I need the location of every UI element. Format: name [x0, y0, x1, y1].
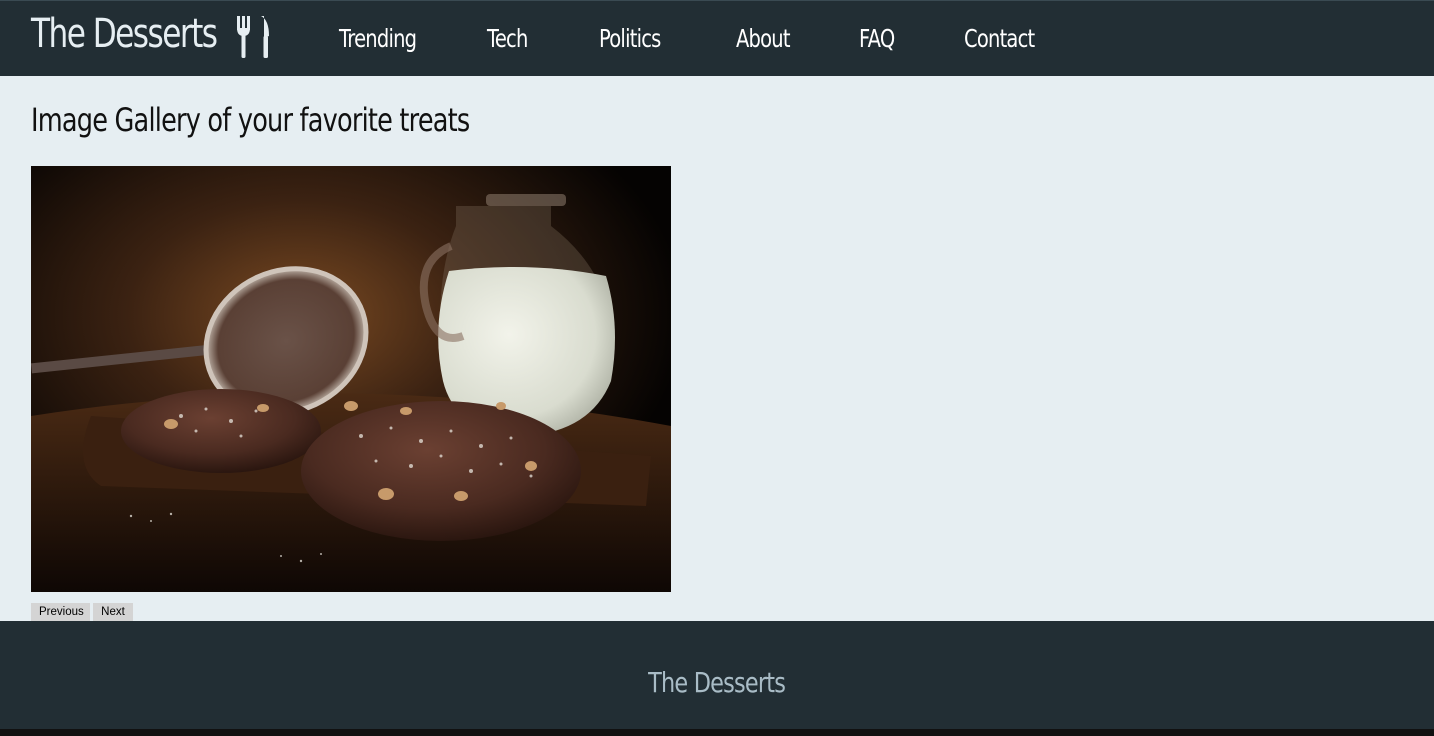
site-footer: The Desserts: [0, 621, 1434, 736]
footer-brand: The Desserts: [0, 666, 1434, 699]
site-header: The Desserts Trending Tech Politics Abou…: [0, 0, 1434, 76]
gallery-image: [31, 166, 671, 592]
brand-logo-link[interactable]: The Desserts: [31, 11, 231, 57]
fork-knife-icon: [237, 16, 269, 58]
nav-contact[interactable]: Contact: [964, 24, 1035, 53]
next-button[interactable]: Next: [93, 603, 133, 621]
previous-button[interactable]: Previous: [31, 603, 90, 621]
nav-tech[interactable]: Tech: [487, 24, 528, 53]
footer-divider: [0, 729, 1434, 736]
page-title: Image Gallery of your favorite treats: [31, 101, 470, 139]
footer-brand-text: The Desserts: [648, 666, 787, 699]
brand-title: The Desserts: [31, 11, 218, 57]
nav-faq[interactable]: FAQ: [859, 24, 895, 53]
nav-about[interactable]: About: [736, 24, 791, 53]
nav-politics[interactable]: Politics: [599, 24, 661, 53]
nav-trending[interactable]: Trending: [339, 24, 417, 53]
